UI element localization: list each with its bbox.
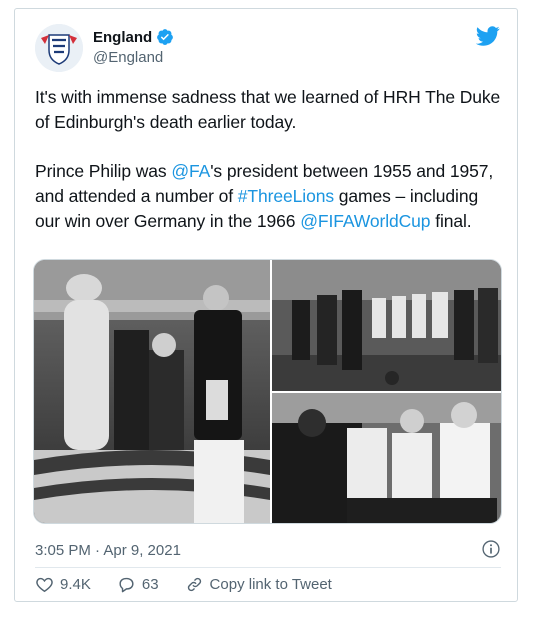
photo-team-lineup[interactable] [272, 260, 501, 391]
tweet-text: It's with immense sadness that we learne… [35, 85, 505, 258]
tweet-paragraph-2: Prince Philip was @FA's president betwee… [35, 159, 505, 234]
photo-trophy-presentation[interactable] [34, 260, 270, 523]
mention-fifaworldcup-link[interactable]: @FIFAWorldCup [300, 211, 430, 231]
photo-handshake[interactable] [272, 393, 501, 523]
like-count: 9.4K [60, 576, 91, 593]
england-crest-icon [35, 24, 83, 72]
account-handle[interactable]: @England [93, 49, 163, 66]
avatar[interactable] [35, 24, 83, 72]
action-bar: 9.4K 63 Copy link to Tweet [35, 575, 358, 594]
divider [35, 567, 501, 568]
mention-fa-link[interactable]: @FA [171, 161, 210, 181]
heart-icon [36, 577, 53, 593]
info-icon[interactable] [481, 539, 501, 559]
verified-badge-icon [157, 29, 174, 45]
copy-link-button[interactable]: Copy link to Tweet [185, 575, 332, 594]
tweet-card: England @England It's with immense sadne… [14, 8, 518, 602]
media-grid [33, 259, 502, 524]
account-name[interactable]: England [93, 29, 152, 46]
like-button[interactable]: 9.4K [35, 575, 91, 594]
copy-link-label: Copy link to Tweet [209, 576, 332, 593]
text-segment: final. [430, 211, 472, 231]
link-icon [187, 577, 201, 592]
reply-button[interactable]: 63 [117, 575, 159, 594]
hashtag-threelions-link[interactable]: #ThreeLions [238, 186, 334, 206]
reply-count: 63 [141, 576, 159, 593]
text-segment: Prince Philip was [35, 161, 172, 181]
tweet-paragraph-1: It's with immense sadness that we learne… [35, 87, 501, 132]
tweet-timestamp[interactable]: 3:05 PM · Apr 9, 2021 [35, 542, 181, 559]
reply-icon [119, 577, 134, 593]
twitter-bird-icon[interactable] [476, 24, 500, 48]
